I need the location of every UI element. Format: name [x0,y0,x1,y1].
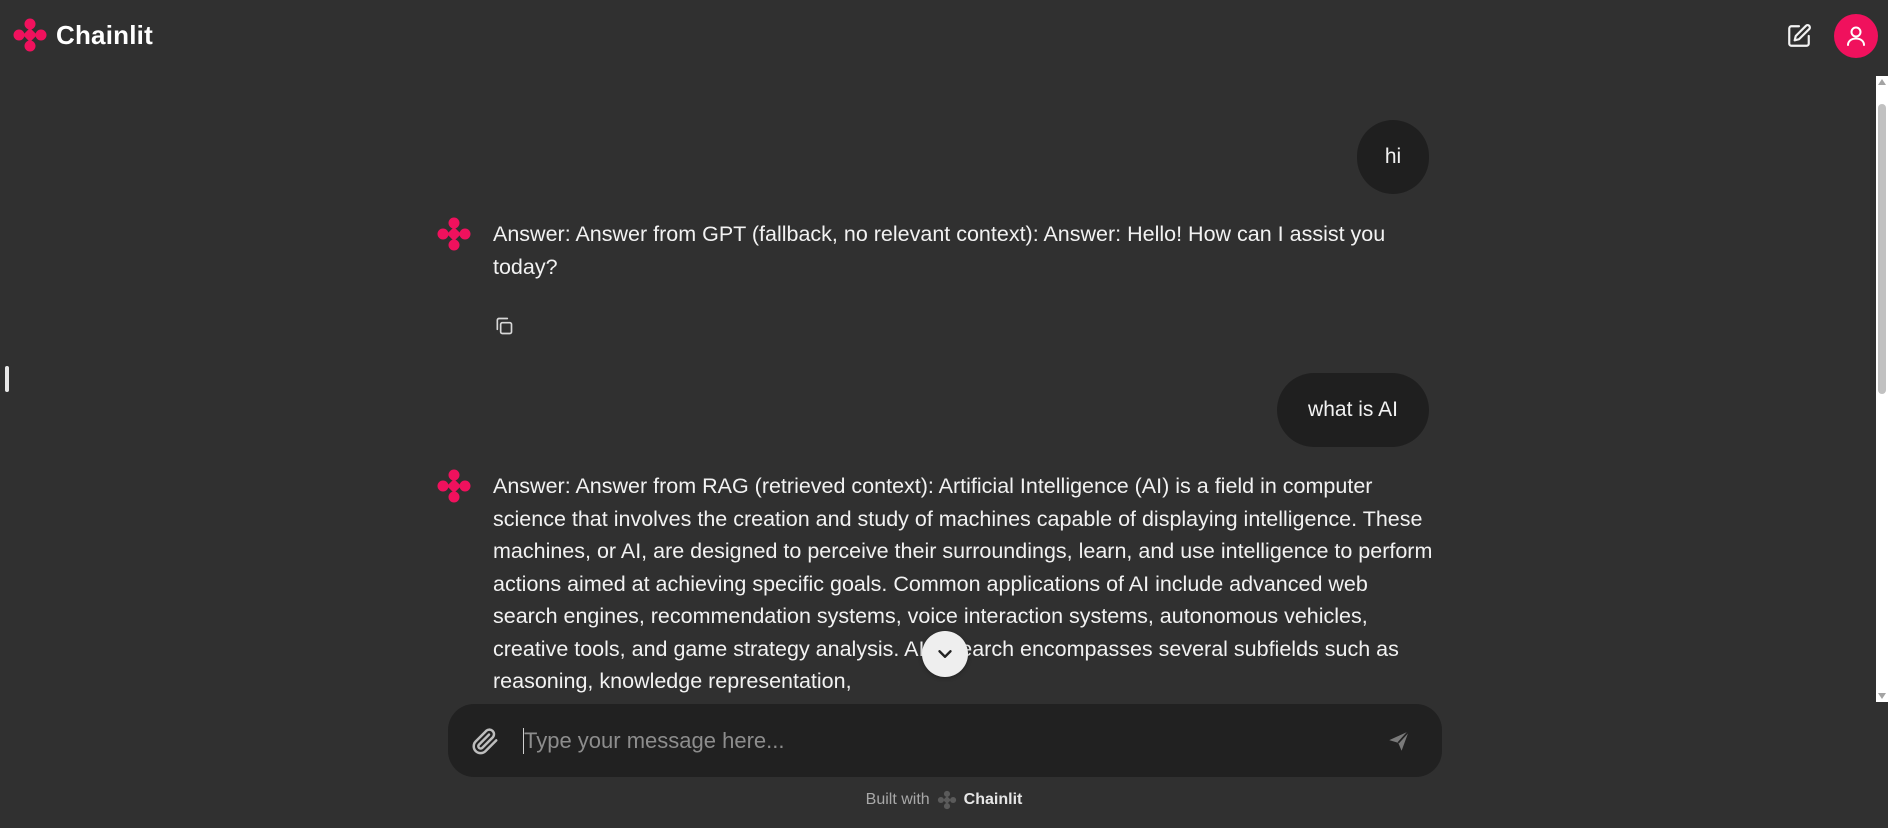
user-message-text: hi [1384,145,1402,168]
scroll-to-bottom-button[interactable] [922,631,968,677]
text-cursor [523,728,524,754]
assistant-message-text: Answer: Answer from GPT (fallback, no re… [493,222,1386,279]
edit-icon [1788,24,1811,47]
message-list: hi Answer: Answer from GPT (fallback, no… [0,70,1876,696]
user-message: what is AI [1277,373,1429,447]
assistant-avatar-icon [437,217,471,251]
footer: Built with Chainlit [0,788,1888,812]
scroll-up-arrow[interactable] [1878,79,1886,85]
chainlit-logo-icon [937,790,956,810]
user-icon [1847,26,1865,46]
chainlit-logo-icon [13,18,47,52]
chat-app: Chainlit hi Answer: Answer from GPT (fal… [0,0,1888,828]
send-button[interactable] [1382,724,1416,758]
scroll-down-arrow[interactable] [1878,693,1886,699]
built-with-label: Built with [865,791,930,808]
copy-icon [496,317,513,335]
header: Chainlit [0,0,1888,70]
assistant-avatar-icon [437,469,471,503]
user-avatar-button[interactable] [1834,14,1878,58]
chevron-down-icon [938,650,952,658]
new-chat-button[interactable] [1782,19,1816,53]
send-icon [1389,730,1410,751]
user-message: hi [1357,120,1429,194]
brand-name: Chainlit [56,19,153,50]
scrollbar-thumb[interactable] [1878,104,1886,394]
copy-button[interactable] [492,314,516,338]
message-input[interactable] [522,720,1326,762]
scrollbar[interactable] [1876,76,1888,702]
footer-brand-link[interactable]: Chainlit [964,791,1023,809]
brand[interactable]: Chainlit [12,17,153,53]
attach-file-button[interactable] [466,722,504,760]
message-composer [448,704,1442,777]
user-message-text: what is AI [1308,398,1398,421]
paperclip-icon [472,728,498,755]
